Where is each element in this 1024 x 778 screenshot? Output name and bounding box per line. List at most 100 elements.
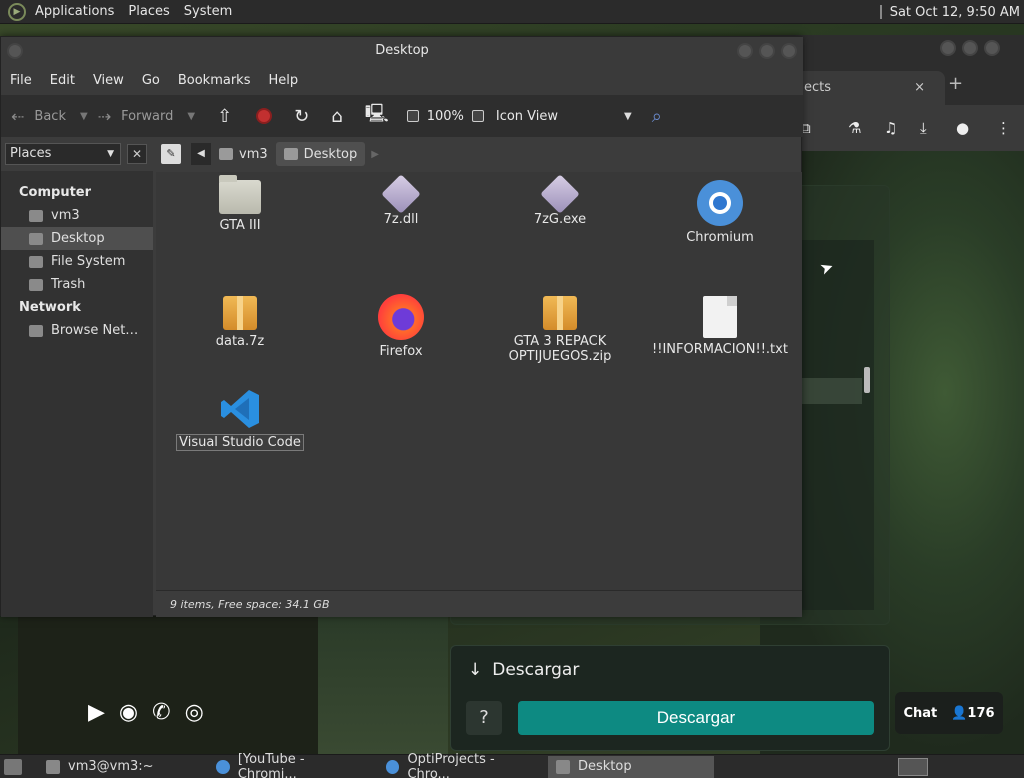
sidebar-item-desktop[interactable]: Desktop	[1, 227, 153, 250]
sidebar-item-trash[interactable]: Trash	[1, 273, 153, 296]
download-icon[interactable]: ⤓	[920, 119, 927, 137]
reload-icon[interactable]: ↻	[294, 106, 309, 127]
file-manager-window: Desktop File Edit View Go Bookmarks Help…	[0, 36, 803, 617]
file-item[interactable]: Chromium	[640, 180, 800, 245]
page-input-bar[interactable]	[800, 378, 862, 404]
labs-flask-icon[interactable]: ⚗	[848, 119, 861, 137]
file-name: 7z.dll	[383, 212, 419, 227]
sidebar-item-file-system[interactable]: File System	[1, 250, 153, 273]
clock[interactable]: Sat Oct 12, 9:50 AM	[879, 0, 1020, 24]
new-tab-icon[interactable]: +	[948, 73, 963, 94]
desktop-folder-icon	[29, 232, 43, 245]
home-folder-icon[interactable]: ⌂	[331, 106, 342, 127]
discord-icon[interactable]: ◉	[119, 700, 138, 725]
task-chromium-youtube[interactable]: [YouTube - Chromi...	[208, 752, 374, 778]
sidebar-item-vm3[interactable]: vm3	[1, 204, 153, 227]
forward-dropdown-icon[interactable]: ▼	[187, 111, 195, 122]
file-item[interactable]: 7z.dll	[321, 174, 481, 227]
task-chromium-optiprojects[interactable]: OptiProjects - Chro...	[378, 752, 544, 778]
search-icon[interactable]: ⌕	[652, 106, 662, 127]
zoom-in-icon[interactable]	[471, 110, 484, 122]
back-dropdown-icon[interactable]: ▼	[80, 111, 88, 122]
close-side-pane-icon[interactable]: ✕	[127, 144, 147, 164]
file-item[interactable]: Visual Studio Code	[160, 388, 320, 451]
places-menu[interactable]: Places	[121, 4, 176, 19]
window-controls	[737, 43, 797, 59]
file-name: Firefox	[379, 344, 423, 359]
path-segment-vm3[interactable]: vm3	[211, 142, 276, 166]
menu-file[interactable]: File	[1, 73, 41, 88]
path-right-arrow-icon[interactable]: ▶	[371, 149, 379, 160]
broadcast-icon[interactable]: ◎	[185, 700, 204, 725]
maximize-icon[interactable]	[962, 40, 978, 56]
page-background-middle	[318, 610, 448, 755]
path-left-arrow-icon[interactable]: ◀	[191, 143, 211, 165]
youtube-icon[interactable]: ▶	[88, 700, 105, 725]
network-icon	[29, 324, 43, 337]
minimize-icon[interactable]	[737, 43, 753, 59]
zoom-level[interactable]: 100%	[427, 109, 464, 124]
download-button[interactable]: Descargar	[518, 701, 874, 735]
file-item[interactable]: GTA III	[160, 175, 320, 233]
file-item[interactable]: 7zG.exe	[480, 174, 640, 227]
zoom-out-icon[interactable]	[406, 110, 419, 122]
edit-location-icon[interactable]: ✎	[161, 144, 181, 164]
up-arrow-icon[interactable]: ⇧	[217, 106, 232, 127]
bottom-taskbar: vm3@vm3:~ [YouTube - Chromi... OptiProje…	[0, 752, 1024, 778]
sidebar-item-browse-network[interactable]: Browse Net…	[1, 319, 153, 342]
archive-icon	[223, 296, 257, 330]
file-item[interactable]: GTA 3 REPACK OPTIJUEGOS.zip	[480, 296, 640, 364]
help-button[interactable]: ?	[466, 701, 502, 735]
sidebar: Computer vm3 Desktop File System Trash N…	[1, 171, 153, 617]
side-pane-title: Places	[10, 146, 52, 161]
task-terminal[interactable]: vm3@vm3:~	[38, 756, 204, 778]
file-item[interactable]: Firefox	[321, 294, 481, 359]
menu-go[interactable]: Go	[133, 73, 169, 88]
window-menu-icon[interactable]	[7, 43, 23, 59]
top-panel: ▶ Applications Places System Sat Oct 12,…	[0, 0, 1024, 24]
task-label: vm3@vm3:~	[68, 759, 154, 774]
profile-icon[interactable]: ●	[956, 119, 969, 137]
computer-icon[interactable]: 🖳	[365, 101, 389, 131]
whatsapp-icon[interactable]: ✆	[152, 700, 170, 725]
menu-bookmarks[interactable]: Bookmarks	[169, 73, 260, 88]
download-header-text: Descargar	[492, 660, 580, 680]
file-name: Visual Studio Code	[176, 434, 304, 451]
tab-close-icon[interactable]: ×	[914, 71, 925, 105]
forward-button[interactable]: ⇢ Forward ▼	[98, 107, 195, 126]
media-control-icon[interactable]: ♫	[884, 119, 897, 137]
file-item[interactable]: data.7z	[160, 296, 320, 349]
close-icon[interactable]	[984, 40, 1000, 56]
back-button[interactable]: ⇠ Back ▼	[11, 107, 88, 126]
system-menu[interactable]: System	[177, 4, 239, 19]
menu-edit[interactable]: Edit	[41, 73, 84, 88]
scrollbar-thumb[interactable]	[864, 367, 870, 393]
page-background-left	[18, 610, 318, 755]
applications-menu[interactable]: Applications	[28, 4, 121, 19]
workspace-switcher[interactable]	[898, 758, 928, 776]
close-icon[interactable]	[781, 43, 797, 59]
icon-view: GTA III 7z.dll 7zG.exe Chromium data.7z …	[156, 172, 802, 590]
page-inner-panel	[800, 240, 874, 610]
window-titlebar[interactable]: Desktop	[1, 37, 803, 65]
side-pane-select[interactable]: Places ▼	[5, 143, 121, 165]
file-item[interactable]: !!INFORMACION!!.txt	[640, 296, 800, 357]
minimize-icon[interactable]	[940, 40, 956, 56]
stop-icon[interactable]	[256, 108, 273, 124]
path-segment-desktop[interactable]: Desktop	[275, 142, 366, 166]
binary-icon	[540, 174, 580, 214]
chromium-icon	[697, 180, 743, 226]
menu-view[interactable]: View	[84, 73, 133, 88]
menu-help[interactable]: Help	[259, 73, 307, 88]
show-desktop-icon[interactable]	[4, 758, 22, 775]
distro-logo-icon[interactable]: ▶	[8, 2, 26, 21]
clock-text[interactable]: Sat Oct 12, 9:50 AM	[890, 5, 1020, 20]
maximize-icon[interactable]	[759, 43, 775, 59]
view-mode-select[interactable]: Icon View ▼	[496, 109, 632, 124]
task-label: [YouTube - Chromi...	[237, 751, 305, 778]
forward-label: Forward	[121, 108, 174, 124]
more-menu-icon[interactable]: ⋮	[996, 119, 1011, 137]
file-name: data.7z	[215, 334, 265, 349]
chat-button[interactable]: Chat 👤176	[895, 692, 1003, 734]
task-desktop[interactable]: Desktop	[548, 755, 714, 778]
